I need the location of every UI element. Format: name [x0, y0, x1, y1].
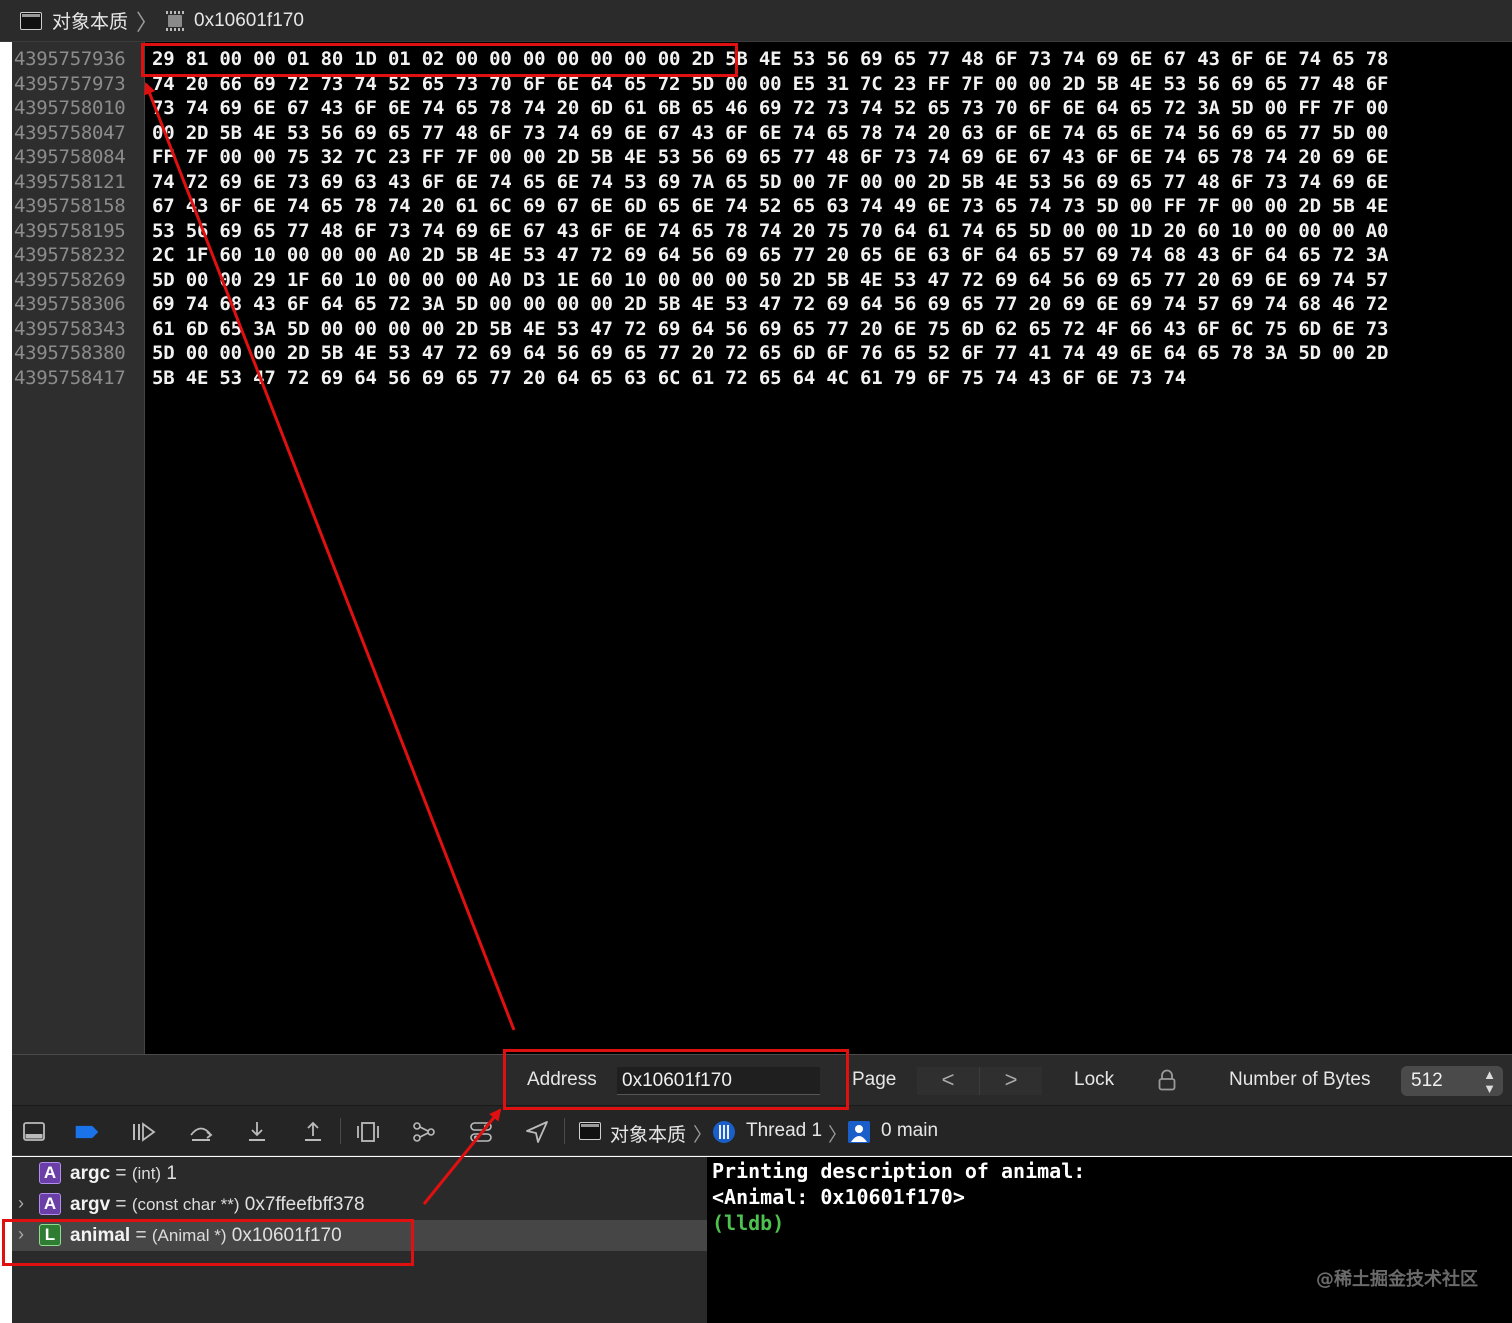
lock-icon[interactable] — [1157, 1069, 1177, 1091]
row-address: 4395758269 — [14, 268, 126, 291]
row-address: 4395758417 — [14, 366, 126, 389]
breadcrumb-project[interactable]: 对象本质 — [52, 7, 128, 34]
variable-equals: = — [115, 1163, 127, 1184]
console-line: Printing description of animal: — [712, 1159, 1086, 1183]
row-bytes[interactable]: 67 43 6F 6E 74 65 78 74 20 61 6C 69 67 6… — [152, 194, 1388, 218]
row-address: 4395757936 — [14, 48, 126, 70]
environment-overrides-icon[interactable] — [468, 1120, 494, 1144]
row-address: 4395758343 — [14, 317, 126, 340]
variable-row[interactable]: A argc = (int) 1 — [12, 1158, 707, 1189]
row-address: 4395758121 — [14, 170, 126, 193]
chevron-right-icon: 〉 — [693, 1125, 713, 1146]
row-bytes[interactable]: 2C 1F 60 10 00 00 00 A0 2D 5B 4E 53 47 7… — [152, 243, 1388, 267]
watermark: @稀土掘金技术社区 — [1316, 1269, 1478, 1290]
console-line: <Animal: 0x10601f170> — [712, 1185, 965, 1209]
memory-chip-icon — [166, 10, 185, 31]
row-address: 4395758195 — [14, 219, 126, 242]
annotation-box-isa-bytes — [141, 43, 738, 77]
row-address: 4395758306 — [14, 293, 126, 315]
step-into-icon[interactable] — [244, 1120, 270, 1144]
continue-icon[interactable] — [130, 1120, 156, 1144]
toolbar-divider — [340, 1118, 341, 1144]
lock-label: Lock — [1074, 1069, 1115, 1090]
lldb-console[interactable]: Printing description of animal: <Animal:… — [707, 1157, 1512, 1323]
hide-debug-area-icon[interactable] — [22, 1120, 48, 1144]
row-bytes[interactable]: FF 7F 00 00 75 32 7C 23 FF 7F 00 00 2D 5… — [152, 145, 1388, 169]
updown-chevron-icon: ▲ ▼ — [1483, 1067, 1496, 1096]
row-bytes[interactable]: 53 56 69 65 77 48 6F 73 74 69 6E 67 43 6… — [152, 219, 1388, 243]
row-bytes[interactable]: 61 6D 65 3A 5D 00 00 00 00 2D 5B 4E 53 4… — [152, 317, 1388, 341]
number-of-bytes-select[interactable]: 512 ▲ ▼ — [1401, 1066, 1503, 1096]
variable-value: 1 — [166, 1163, 177, 1184]
row-address: 4395758010 — [14, 97, 126, 119]
debug-target[interactable]: 对象本质 — [610, 1120, 686, 1147]
argument-badge: A — [39, 1162, 61, 1184]
argument-badge: A — [39, 1193, 61, 1215]
row-bytes[interactable]: 5B 4E 53 47 72 69 64 56 69 65 77 20 64 6… — [152, 366, 1186, 390]
row-bytes[interactable]: 74 72 69 6E 73 69 63 43 6F 6E 74 65 6E 7… — [152, 170, 1388, 194]
variable-name: argc — [70, 1163, 111, 1184]
toolbar-divider — [564, 1118, 565, 1144]
row-bytes[interactable]: 69 74 68 43 6F 64 65 72 3A 5D 00 00 00 0… — [152, 292, 1388, 316]
stack-frame-user-icon — [848, 1121, 870, 1143]
next-page-button[interactable]: > — [980, 1067, 1042, 1095]
breadcrumb-bar: 对象本质 〉 0x10601f170 — [0, 0, 1512, 42]
row-address: 4395758158 — [14, 195, 126, 217]
debug-toolbar: 对象本质 〉 Thread 1 〉 0 main — [12, 1106, 1512, 1156]
chevron-right-icon: 〉 — [136, 9, 159, 35]
view-debugger-icon[interactable] — [355, 1120, 381, 1144]
variable-equals: = — [115, 1194, 127, 1215]
disclosure-triangle-icon[interactable]: › — [18, 1193, 24, 1214]
stack-frame-selector[interactable]: 0 main — [881, 1120, 938, 1142]
step-out-icon[interactable] — [300, 1120, 326, 1144]
bytes-select-value: 512 — [1411, 1070, 1443, 1091]
row-bytes[interactable]: 73 74 69 6E 67 43 6F 6E 74 65 78 74 20 6… — [152, 96, 1388, 120]
row-address: 4395757973 — [14, 72, 126, 95]
previous-page-button[interactable]: < — [917, 1067, 980, 1095]
breakpoints-toggle-icon[interactable] — [74, 1120, 100, 1144]
terminal-icon — [20, 11, 42, 30]
page-stepper: < > — [917, 1067, 1042, 1095]
variable-row[interactable]: › A argv = (const char **) 0x7ffeefbff37… — [12, 1189, 707, 1220]
row-address: 4395758232 — [14, 244, 126, 266]
thread-icon — [713, 1121, 735, 1143]
row-address: 4395758047 — [14, 121, 126, 144]
variable-text: argc = (int) 1 — [70, 1163, 177, 1185]
terminal-icon — [579, 1122, 601, 1140]
bytes-label: Number of Bytes — [1229, 1069, 1371, 1090]
variable-text: argv = (const char **) 0x7ffeefbff378 — [70, 1194, 365, 1216]
variable-name: argv — [70, 1194, 111, 1215]
row-bytes[interactable]: 5D 00 00 29 1F 60 10 00 00 00 A0 D3 1E 6… — [152, 268, 1388, 292]
page-label: Page — [852, 1069, 897, 1090]
variable-type: (const char **) — [131, 1195, 240, 1214]
simulate-location-icon[interactable] — [524, 1120, 550, 1144]
lldb-prompt[interactable]: (lldb) — [712, 1210, 784, 1236]
row-address: 4395758380 — [14, 342, 126, 364]
row-address: 4395758084 — [14, 146, 126, 168]
variable-type: (int) — [131, 1164, 162, 1183]
annotation-box-animal-variable — [2, 1219, 414, 1266]
breadcrumb-location[interactable]: 0x10601f170 — [194, 10, 304, 32]
row-bytes[interactable]: 00 2D 5B 4E 53 56 69 65 77 48 6F 73 74 6… — [152, 121, 1388, 145]
memory-graph-icon[interactable] — [411, 1120, 437, 1144]
step-over-icon[interactable] — [188, 1120, 214, 1144]
annotation-box-address — [503, 1049, 849, 1110]
variable-value: 0x7ffeefbff378 — [244, 1194, 365, 1215]
thread-selector[interactable]: Thread 1 — [746, 1120, 822, 1142]
memory-view[interactable]: 4395757936 29 81 00 00 01 80 1D 01 02 00… — [12, 42, 1512, 1054]
chevron-right-icon: 〉 — [828, 1125, 848, 1146]
row-bytes[interactable]: 5D 00 00 00 2D 5B 4E 53 47 72 69 64 56 6… — [152, 341, 1388, 365]
